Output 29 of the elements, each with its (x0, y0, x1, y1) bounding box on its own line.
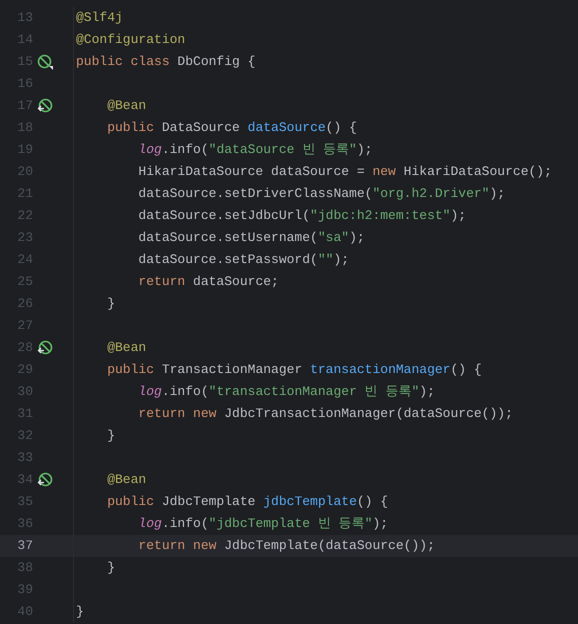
code-line: log.info("dataSource 빈 등록"); (137, 141, 372, 160)
line-number: 37 (16, 537, 33, 556)
bean-icon[interactable] (37, 472, 53, 488)
code-line: @Slf4j (75, 9, 123, 28)
code-line: log.info("transactionManager 빈 등록"); (137, 383, 435, 402)
bean-icon[interactable] (37, 340, 53, 356)
code-line: return dataSource; (137, 273, 279, 292)
code-line: @Bean (106, 471, 146, 490)
code-line: dataSource.setDriverClassName("org.h2.Driver"); (137, 185, 506, 204)
code-line: return new JdbcTransactionManager(dataSource()); (137, 405, 513, 424)
code-line: } (75, 603, 84, 622)
bean-icon[interactable] (37, 54, 53, 70)
code-line: } (106, 427, 116, 446)
code-line: public TransactionManager transactionManager() { (106, 361, 482, 380)
code-line: HikariDataSource dataSource = new HikariDataSource(); (137, 163, 552, 182)
code-line: } (106, 295, 116, 314)
bean-icon[interactable] (37, 98, 53, 114)
code-line: dataSource.setPassword(""); (137, 251, 350, 270)
code-line: dataSource.setJdbcUrl("jdbc:h2:mem:test"); (137, 207, 466, 226)
code-line: @Bean (106, 339, 146, 358)
code-line: dataSource.setUsername("sa"); (137, 229, 365, 248)
code-line: public DataSource dataSource() { (106, 119, 357, 138)
code-line: return new JdbcTemplate(dataSource()); (137, 537, 435, 556)
code-line: } (106, 559, 116, 578)
code-line: @Configuration (75, 31, 186, 50)
code-line: public class DbConfig { (75, 53, 256, 72)
code-line: public JdbcTemplate jdbcTemplate() { (106, 493, 388, 512)
code-line: @Bean (106, 97, 146, 116)
code-line: log.info("jdbcTemplate 빈 등록"); (137, 515, 388, 534)
